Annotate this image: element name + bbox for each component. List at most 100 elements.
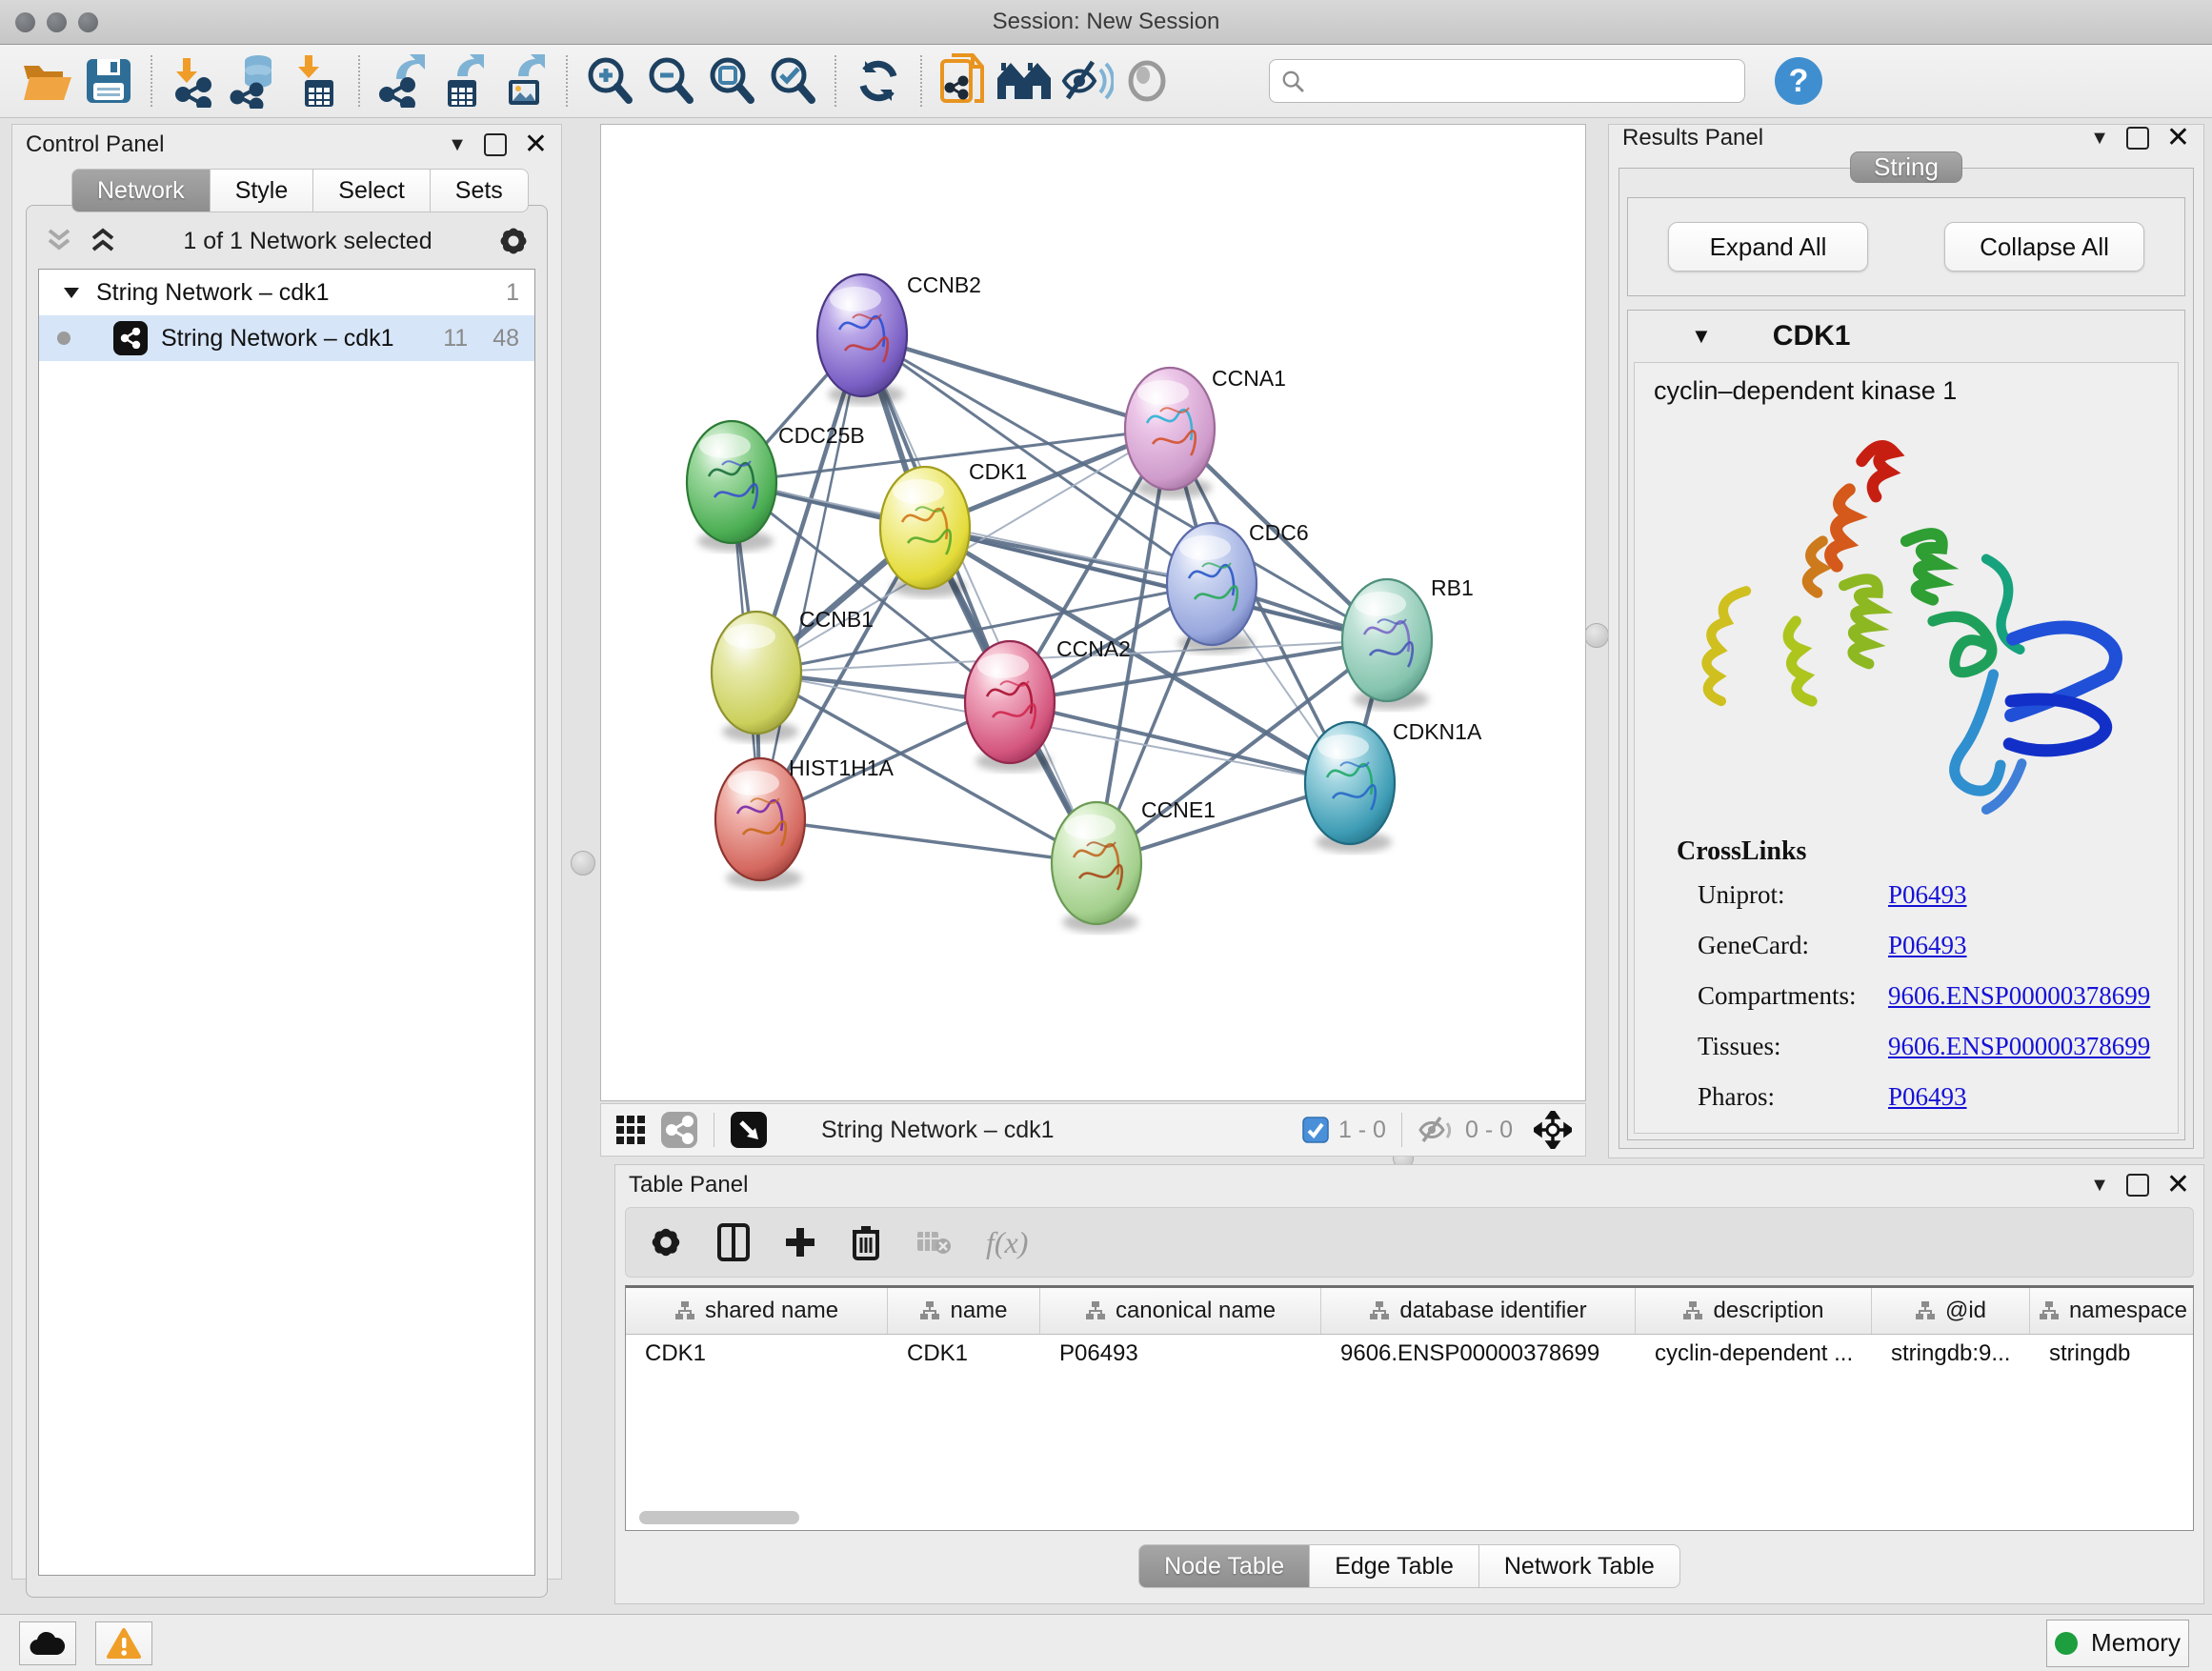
tab-select[interactable]: Select	[313, 169, 430, 212]
column-header--id[interactable]: @id	[1872, 1288, 2030, 1334]
grid-view-icon[interactable]	[614, 1114, 647, 1146]
column-header-database-identifier[interactable]: database identifier	[1321, 1288, 1636, 1334]
edge-HIST1H1A-CCNE1[interactable]	[760, 819, 1096, 863]
search-input[interactable]	[1314, 67, 1733, 95]
zoom-in-button[interactable]	[579, 50, 640, 111]
network-collection-row[interactable]: String Network – cdk1 1	[39, 270, 534, 315]
table-row[interactable]: CDK1CDK1P064939606.ENSP00000378699cyclin…	[626, 1335, 2193, 1377]
panel-float-icon[interactable]	[2126, 1174, 2149, 1197]
refresh-button[interactable]	[848, 50, 909, 111]
hide-selected-button[interactable]	[1056, 50, 1116, 111]
table-cell[interactable]: P06493	[1040, 1335, 1321, 1377]
node-CCNB2[interactable]: CCNB2	[817, 272, 981, 405]
protein-section-header[interactable]: ▼ CDK1	[1628, 311, 2184, 362]
right-splitter-handle[interactable]	[1584, 623, 1609, 648]
panel-close-icon[interactable]: ✕	[2166, 129, 2190, 148]
column-header-namespace[interactable]: namespace	[2030, 1288, 2194, 1334]
import-table-button[interactable]	[286, 50, 347, 111]
panel-collapse-icon[interactable]: ▼	[2090, 1175, 2109, 1197]
edge-CCNB2-CCNA1[interactable]	[862, 335, 1170, 429]
column-header-description[interactable]: description	[1636, 1288, 1872, 1334]
gear-icon[interactable]	[497, 225, 530, 257]
crosslink-link[interactable]: 9606.ENSP00000378699	[1888, 981, 2150, 1011]
table-cell[interactable]: CDK1	[888, 1335, 1040, 1377]
expand-all-button[interactable]: Expand All	[1668, 222, 1868, 272]
zoom-out-button[interactable]	[640, 50, 701, 111]
tab-string[interactable]: String	[1850, 151, 1962, 183]
section-expander-icon[interactable]: ▼	[1691, 324, 1712, 349]
save-session-button[interactable]	[78, 50, 139, 111]
panel-close-icon[interactable]: ✕	[524, 135, 548, 154]
open-session-button[interactable]	[17, 50, 78, 111]
tab-network[interactable]: Network	[71, 169, 211, 212]
selected-checkbox-icon[interactable]	[1302, 1117, 1329, 1143]
show-all-button[interactable]	[1116, 50, 1177, 111]
memory-button[interactable]: Memory	[2046, 1620, 2189, 1667]
node-RB1[interactable]: RB1	[1342, 575, 1474, 710]
crosslink-link[interactable]: P06493	[1888, 1082, 1967, 1112]
edge-CCNB2-HIST1H1A[interactable]	[760, 335, 862, 819]
help-button[interactable]: ?	[1768, 50, 1829, 111]
zoom-selected-button[interactable]	[762, 50, 823, 111]
left-splitter-handle[interactable]	[571, 851, 595, 876]
node-CDC6[interactable]: CDC6	[1167, 520, 1309, 654]
column-header-shared-name[interactable]: shared name	[626, 1288, 888, 1334]
node-CDKN1A[interactable]: CDKN1A	[1305, 719, 1482, 853]
crosslink-link[interactable]: P06493	[1888, 931, 1967, 960]
collapse-all-button[interactable]: Collapse All	[1944, 222, 2144, 272]
table-cell[interactable]: 9606.ENSP00000378699	[1321, 1335, 1636, 1377]
open-folder-icon	[20, 56, 75, 106]
function-builder-button[interactable]: f(x)	[986, 1225, 1028, 1260]
warnings-button[interactable]	[95, 1621, 152, 1665]
toolbar-search[interactable]	[1269, 59, 1745, 103]
tab-edge-table[interactable]: Edge Table	[1310, 1544, 1479, 1588]
collapse-all-chevron-icon[interactable]	[88, 227, 118, 255]
panel-collapse-icon[interactable]: ▼	[448, 134, 467, 156]
export-image-button[interactable]	[493, 50, 554, 111]
export-network-button[interactable]	[372, 50, 432, 111]
show-columns-icon[interactable]	[717, 1223, 750, 1261]
export-table-button[interactable]	[432, 50, 493, 111]
node-CCNB1[interactable]: CCNB1	[712, 607, 874, 742]
cloud-status-button[interactable]	[19, 1621, 76, 1665]
table-settings-gear-icon[interactable]	[649, 1225, 683, 1259]
network-canvas[interactable]: CCNB2CCNA1CDC25BCDK1CDC6RB1CCNB1CCNA2CDK…	[600, 124, 1586, 1101]
node-CDC25B[interactable]: CDC25B	[687, 421, 865, 552]
panel-float-icon[interactable]	[2126, 127, 2149, 150]
birdseye-view-icon[interactable]	[730, 1111, 768, 1149]
table-cell[interactable]: cyclin-dependent ...	[1636, 1335, 1872, 1377]
edge-CCNA2-CDKN1A[interactable]	[1010, 702, 1350, 783]
network-from-selection-button[interactable]	[934, 50, 995, 111]
node-CCNE1[interactable]: CCNE1	[1052, 797, 1216, 933]
expand-all-chevron-icon[interactable]	[44, 227, 74, 255]
node-table[interactable]: shared namenamecanonical namedatabase id…	[625, 1285, 2194, 1531]
network-row[interactable]: String Network – cdk1 11 48	[39, 315, 534, 361]
tree-expander-icon[interactable]	[62, 285, 81, 300]
table-cell[interactable]: stringdb:9...	[1872, 1335, 2030, 1377]
column-header-name[interactable]: name	[888, 1288, 1040, 1334]
node-CCNA1[interactable]: CCNA1	[1125, 366, 1286, 498]
fit-crosshair-icon[interactable]	[1534, 1111, 1572, 1149]
edge-CCNB2-CCNE1[interactable]	[862, 335, 1096, 863]
tab-node-table[interactable]: Node Table	[1138, 1544, 1310, 1588]
table-hscrollbar[interactable]	[639, 1511, 799, 1524]
delete-column-icon[interactable]	[851, 1224, 881, 1260]
add-column-icon[interactable]	[784, 1226, 816, 1258]
neighbors-button[interactable]	[995, 50, 1056, 111]
panel-collapse-icon[interactable]: ▼	[2090, 128, 2109, 150]
crosslink-link[interactable]: 9606.ENSP00000378699	[1888, 1032, 2150, 1061]
crosslink-link[interactable]: P06493	[1888, 880, 1967, 910]
tab-sets[interactable]: Sets	[431, 169, 529, 212]
zoom-fit-button[interactable]	[701, 50, 762, 111]
network-share-icon[interactable]	[660, 1111, 698, 1149]
import-network-file-button[interactable]	[164, 50, 225, 111]
node-HIST1H1A[interactable]: HIST1H1A	[715, 755, 895, 889]
tab-network-table[interactable]: Network Table	[1479, 1544, 1680, 1588]
import-network-database-button[interactable]	[225, 50, 286, 111]
table-cell[interactable]: stringdb	[2030, 1335, 2194, 1377]
panel-float-icon[interactable]	[484, 133, 507, 156]
column-header-canonical-name[interactable]: canonical name	[1040, 1288, 1321, 1334]
tab-style[interactable]: Style	[211, 169, 314, 212]
table-cell[interactable]: CDK1	[626, 1335, 888, 1377]
panel-close-icon[interactable]: ✕	[2166, 1176, 2190, 1195]
